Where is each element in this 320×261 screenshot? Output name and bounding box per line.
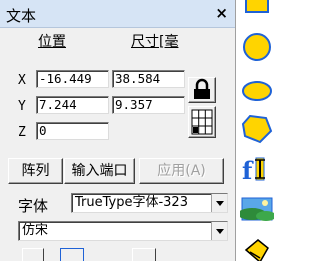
tool-polygon[interactable]	[240, 112, 274, 146]
x-position-field[interactable]: -16.449	[36, 70, 109, 88]
svg-text:f: f	[242, 156, 254, 185]
panel-titlebar: 文本 ×	[0, 0, 235, 28]
tool-text[interactable]: f	[240, 152, 274, 186]
tool-ellipse[interactable]	[240, 74, 274, 108]
y-axis-label: Y	[18, 99, 26, 114]
array-button[interactable]: 阵列	[8, 158, 63, 184]
font-face-value: 仿宋	[22, 223, 49, 238]
y-position-field[interactable]: 7.244	[36, 96, 109, 114]
size-header: 尺寸[毫	[131, 34, 179, 50]
position-header: 位置	[38, 34, 66, 50]
font-type-value: TrueType字体-323	[75, 195, 188, 210]
tool-image[interactable]	[238, 192, 276, 226]
polygon-tool-icon	[241, 114, 273, 144]
chevron-down-icon[interactable]	[211, 194, 227, 212]
width-field[interactable]: 38.584	[112, 70, 185, 88]
font-type-select[interactable]: TrueType字体-323	[71, 193, 228, 213]
image-tool-icon	[238, 197, 276, 221]
anchor-grid-icon	[191, 109, 213, 135]
lock-ratio-button[interactable]	[188, 77, 216, 103]
font-label: 字体	[18, 197, 49, 215]
ellipse-tool-icon	[242, 81, 272, 101]
input-port-button[interactable]: 输入端口	[64, 158, 135, 184]
lock-icon	[194, 78, 210, 99]
x-axis-label: X	[18, 73, 26, 88]
close-icon[interactable]: ×	[215, 4, 228, 22]
tool-circle[interactable]	[240, 30, 274, 64]
chevron-down-icon[interactable]	[211, 222, 227, 240]
z-axis-label: Z	[18, 125, 26, 140]
z-position-field[interactable]: 0	[36, 122, 109, 140]
underline-button[interactable]	[132, 248, 156, 261]
height-field[interactable]: 9.357	[112, 96, 185, 114]
tool-rect[interactable]	[240, 0, 274, 20]
italic-button[interactable]	[60, 248, 84, 261]
rectangle-tool-icon	[245, 0, 269, 13]
shape-toolbar: f	[237, 0, 276, 261]
circle-tool-icon	[243, 33, 271, 61]
tool-clipart[interactable]	[240, 234, 274, 261]
clipart-tool-icon	[244, 239, 269, 261]
anchor-point-button[interactable]	[188, 106, 216, 138]
bold-button[interactable]	[22, 248, 44, 261]
panel-title: 文本	[6, 7, 37, 25]
font-face-select[interactable]: 仿宋	[18, 221, 228, 241]
text-tool-icon: f	[242, 156, 265, 185]
apply-button[interactable]: 应用(A)	[139, 158, 224, 184]
text-properties-panel: 文本 × 位置 尺寸[毫 X -16.449 38.584 Y 7.244 9.…	[0, 0, 236, 261]
